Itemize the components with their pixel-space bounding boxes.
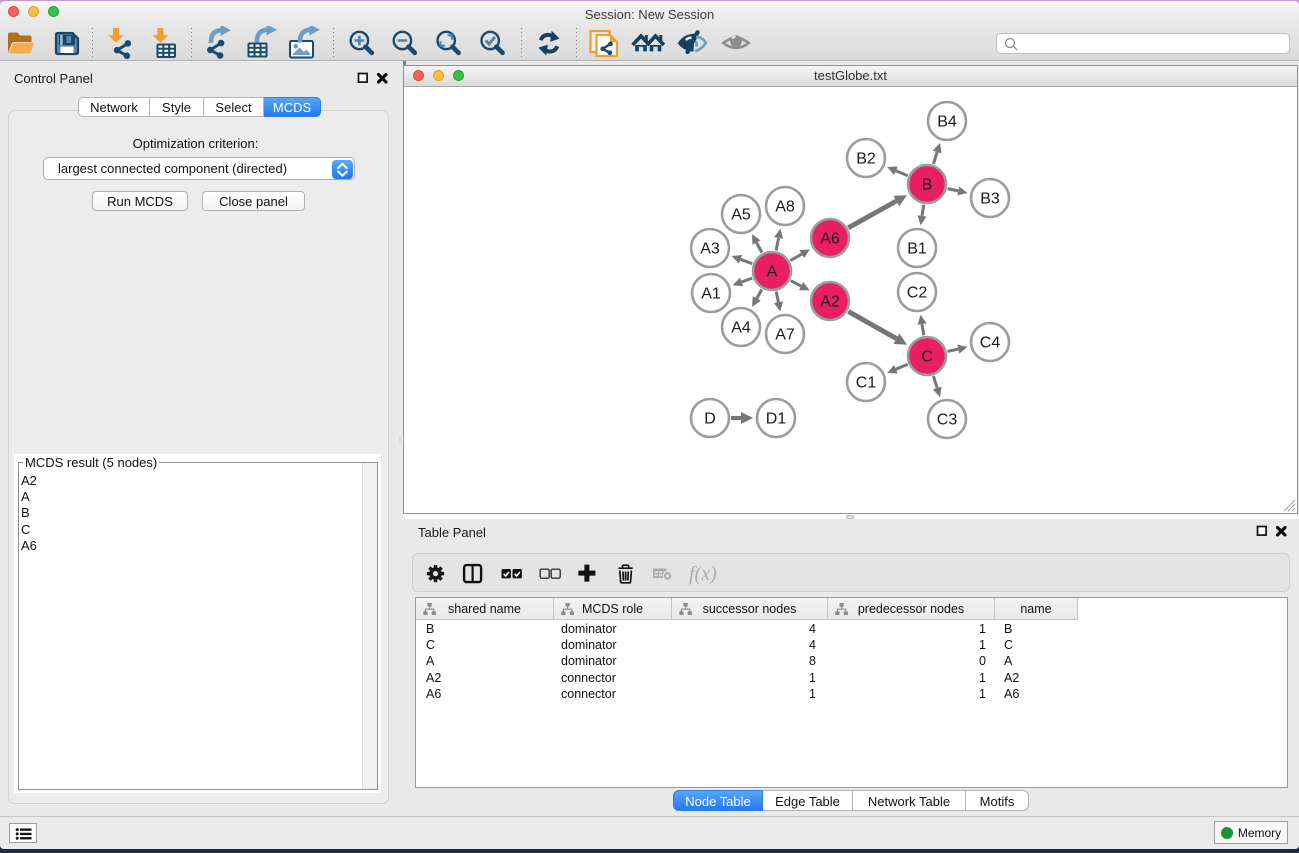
svg-text:A8: A8 — [775, 199, 795, 216]
svg-text:A7: A7 — [775, 327, 795, 344]
svg-text:A: A — [767, 264, 778, 281]
svg-text:B3: B3 — [980, 191, 1000, 208]
svg-text:A4: A4 — [731, 320, 751, 337]
svg-text:f(x): f(x) — [689, 563, 717, 585]
svg-text:D1: D1 — [766, 411, 787, 428]
svg-text:C3: C3 — [937, 412, 958, 429]
svg-text:A3: A3 — [700, 241, 720, 258]
svg-text:B1: B1 — [907, 241, 927, 258]
svg-text:A6: A6 — [820, 231, 840, 248]
svg-text:B4: B4 — [937, 114, 957, 131]
svg-text:A2: A2 — [820, 294, 840, 311]
svg-text:A5: A5 — [731, 207, 751, 224]
svg-text:A1: A1 — [701, 286, 721, 303]
svg-text:C: C — [921, 349, 933, 366]
svg-text:B2: B2 — [856, 151, 876, 168]
svg-text:B: B — [922, 177, 933, 194]
svg-text:C1: C1 — [856, 375, 877, 392]
svg-text:C2: C2 — [907, 285, 928, 302]
svg-text:C4: C4 — [980, 335, 1001, 352]
svg-text:D: D — [704, 411, 716, 428]
